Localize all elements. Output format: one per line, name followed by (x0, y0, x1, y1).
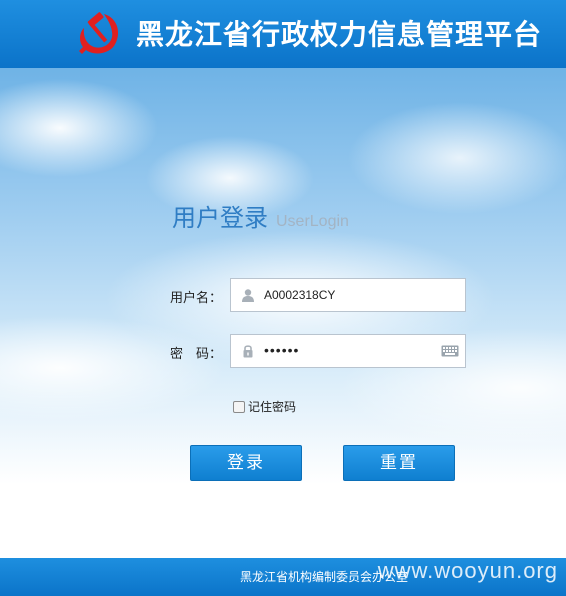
username-field[interactable]: A0002318CY (230, 278, 466, 312)
lock-icon (243, 345, 253, 358)
login-heading: 用户登录 UserLogin (172, 198, 349, 233)
password-label: 密 码： (170, 347, 223, 362)
password-field[interactable]: •••••• (230, 334, 466, 368)
watermark-text: www.wooyun.org (377, 558, 558, 583)
login-title-cn: 用户登录 (172, 204, 268, 232)
username-value: A0002318CY (264, 288, 336, 302)
remember-checkbox[interactable] (233, 400, 245, 413)
header-bar: 黑龙江省行政权力信息管理平台 (0, 0, 566, 68)
login-button[interactable]: 登录 (190, 445, 302, 481)
login-title-en: UserLogin (276, 213, 349, 230)
footer-bar: 黑龙江省机构编制委员会办公室 www.wooyun.org (0, 558, 566, 596)
site-title: 黑龙江省行政权力信息管理平台 (136, 18, 543, 51)
remember-password[interactable]: 记住密码 (233, 396, 296, 415)
login-page: 黑龙江省行政权力信息管理平台 用户登录 UserLogin 用户名： A00023… (0, 0, 566, 596)
reset-button[interactable]: 重置 (343, 445, 455, 481)
remember-label: 记住密码 (248, 400, 297, 414)
sky-background (0, 68, 566, 558)
keyboard-icon[interactable] (441, 345, 459, 357)
party-emblem-icon (79, 12, 119, 54)
password-value: •••••• (264, 342, 300, 358)
user-icon (242, 289, 254, 302)
username-label: 用户名： (170, 291, 223, 306)
